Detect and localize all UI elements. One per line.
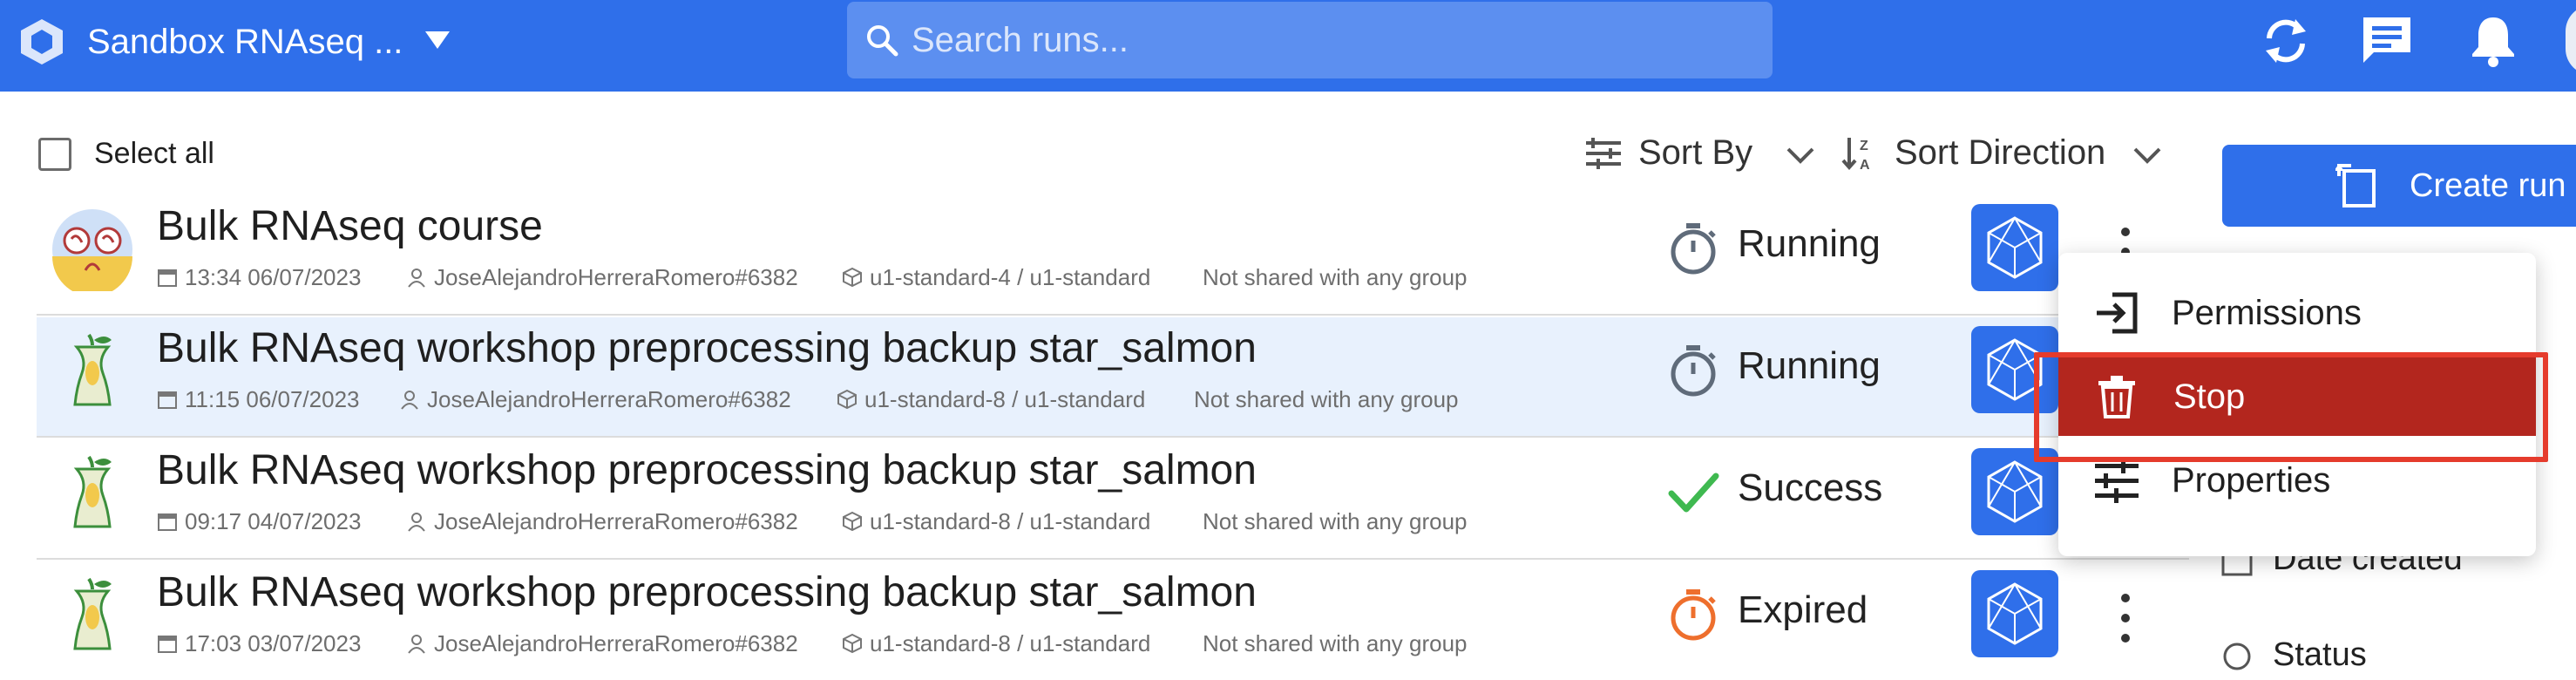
run-owner-text: JoseAlejandroHerreraRomero#6382: [434, 630, 798, 656]
pipeline-icon: [1987, 460, 2043, 523]
run-datetime-text: 17:03 03/07/2023: [185, 630, 362, 656]
stopwatch-icon: [1671, 223, 1716, 275]
new-run-icon: [2335, 164, 2376, 207]
workspace-title[interactable]: Sandbox RNAseq ...: [87, 17, 403, 66]
run-owner-text: JoseAlejandroHerreraRomero#6382: [427, 386, 791, 412]
apple-core-avatar-icon: [73, 333, 112, 406]
more-options-icon[interactable]: [2112, 588, 2139, 649]
permissions-icon: [2097, 292, 2138, 334]
user-icon: [408, 635, 425, 654]
user-icon: [401, 391, 418, 410]
menu-item-stop[interactable]: Stop: [2058, 357, 2536, 436]
apple-core-avatar-icon: [73, 577, 112, 650]
run-row[interactable]: Bulk RNAseq workshop preprocessing backu…: [37, 317, 2189, 438]
chevron-down-icon: [2133, 147, 2161, 164]
cube-icon: [843, 633, 862, 654]
chevron-down-icon: [1786, 147, 1814, 164]
stopwatch-icon: [1671, 345, 1716, 397]
search-input[interactable]: [912, 2, 1748, 78]
check-icon: [1668, 473, 1719, 513]
pipeline-button[interactable]: [1971, 204, 2058, 291]
run-row[interactable]: Bulk RNAseq course 13:34 06/07/2023 Jose…: [37, 195, 2189, 316]
select-all-checkbox[interactable]: [38, 138, 71, 171]
user-avatar[interactable]: [2566, 5, 2576, 75]
trash-icon: [2098, 376, 2135, 418]
search-bar[interactable]: [847, 2, 1773, 78]
cube-icon: [843, 511, 862, 532]
stopwatch-icon: [1671, 589, 1716, 641]
run-row[interactable]: Bulk RNAseq workshop preprocessing backu…: [37, 439, 2189, 560]
menu-item-permissions[interactable]: Permissions: [2058, 274, 2536, 352]
run-datetime-text: 13:34 06/07/2023: [185, 264, 362, 290]
run-instance-text: u1-standard-4 / u1-standard: [870, 264, 1151, 290]
sort-by-dropdown[interactable]: Sort By: [1584, 131, 1820, 174]
sort-alpha-icon: Z A: [1841, 138, 1870, 173]
calendar-icon: [158, 391, 177, 409]
refresh-icon[interactable]: [2257, 12, 2315, 70]
cube-icon: [837, 389, 857, 410]
menu-item-label: Properties: [2172, 461, 2331, 500]
run-title[interactable]: Bulk RNAseq workshop preprocessing backu…: [157, 445, 1257, 497]
run-row[interactable]: Bulk RNAseq workshop preprocessing backu…: [37, 561, 2189, 680]
run-datetime-text: 11:15 06/07/2023: [185, 386, 360, 412]
sort-by-label: Sort By: [1638, 133, 1753, 172]
menu-item-label: Stop: [2173, 377, 2246, 416]
radio-icon: [2223, 643, 2251, 670]
app-logo-icon[interactable]: [17, 17, 66, 66]
user-icon: [408, 269, 425, 288]
select-all-label: Select all: [94, 137, 214, 170]
svg-text:Z: Z: [1860, 139, 1868, 153]
run-sharing-text: Not shared with any group: [1194, 386, 1459, 412]
chat-icon[interactable]: [2358, 12, 2416, 70]
run-title[interactable]: Bulk RNAseq course: [157, 201, 543, 253]
run-sharing-text: Not shared with any group: [1203, 508, 1468, 534]
menu-item-label: Permissions: [2172, 294, 2362, 332]
pipeline-icon: [1987, 216, 2043, 279]
svg-text:A: A: [1860, 158, 1870, 173]
create-run-label: Create run: [2410, 167, 2566, 204]
create-run-button[interactable]: Create run: [2222, 145, 2576, 227]
notifications-bell-icon[interactable]: [2464, 12, 2522, 70]
user-icon: [408, 513, 425, 532]
menu-item-properties[interactable]: Properties: [2058, 441, 2536, 520]
sort-option-label: Status: [2273, 636, 2367, 673]
sliders-icon: [2095, 459, 2139, 503]
calendar-icon: [158, 636, 177, 653]
run-owner-text: JoseAlejandroHerreraRomero#6382: [434, 508, 798, 534]
run-owner-text: JoseAlejandroHerreraRomero#6382: [434, 264, 798, 290]
caret-down-icon[interactable]: [422, 24, 453, 56]
run-title[interactable]: Bulk RNAseq workshop preprocessing backu…: [157, 323, 1257, 375]
cube-icon: [843, 267, 862, 288]
apple-core-avatar-icon: [73, 455, 112, 528]
pipeline-button[interactable]: [1971, 570, 2058, 657]
run-status: Running: [1738, 222, 1881, 265]
run-instance-text: u1-standard-8 / u1-standard: [870, 508, 1151, 534]
calendar-icon: [158, 513, 177, 531]
pipeline-icon: [1987, 338, 2043, 401]
course-avatar-icon: [52, 209, 132, 291]
top-navigation-bar: Sandbox RNAseq ...: [0, 0, 2576, 92]
search-icon: [867, 25, 898, 57]
pipeline-icon: [1987, 582, 2043, 645]
tune-icon: [1586, 138, 1621, 169]
run-status: Success: [1738, 466, 1883, 509]
run-datetime-text: 09:17 04/07/2023: [185, 508, 362, 534]
run-sharing-text: Not shared with any group: [1203, 630, 1468, 656]
run-status: Expired: [1738, 588, 1868, 631]
run-title[interactable]: Bulk RNAseq workshop preprocessing backu…: [157, 567, 1257, 619]
calendar-icon: [158, 269, 177, 287]
pipeline-button[interactable]: [1971, 326, 2058, 413]
run-context-menu: Permissions Stop Properties: [2058, 253, 2536, 556]
run-instance-text: u1-standard-8 / u1-standard: [864, 386, 1146, 412]
pipeline-button[interactable]: [1971, 448, 2058, 535]
sort-direction-label: Sort Direction: [1895, 133, 2106, 172]
run-status: Running: [1738, 344, 1881, 387]
run-sharing-text: Not shared with any group: [1203, 264, 1468, 290]
sort-direction-dropdown[interactable]: Z A Sort Direction: [1840, 131, 2172, 174]
run-instance-text: u1-standard-8 / u1-standard: [870, 630, 1151, 656]
